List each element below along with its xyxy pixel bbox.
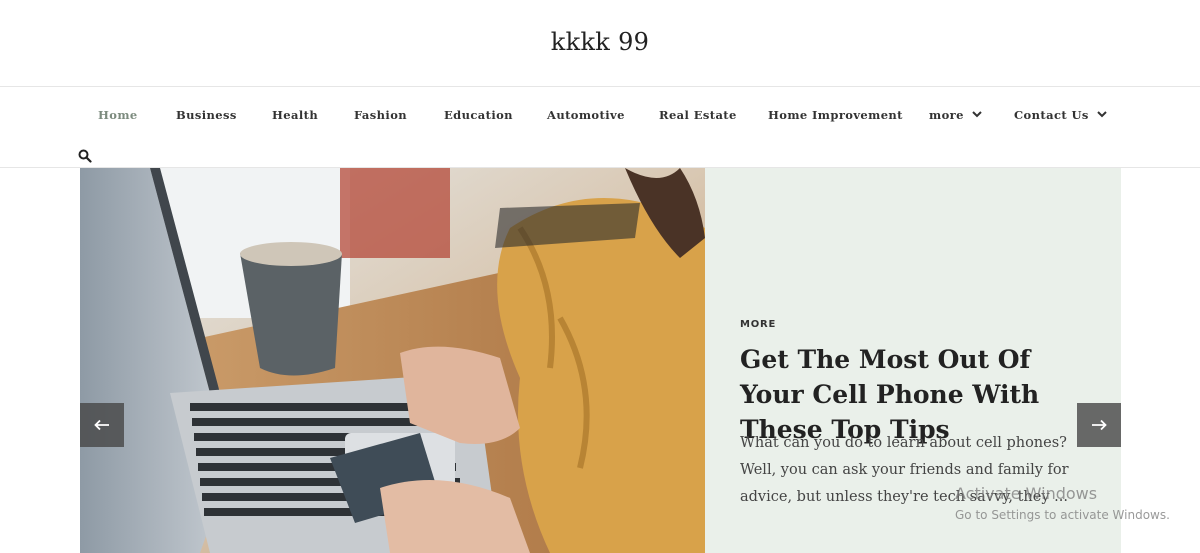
nav-item-contact-us[interactable]: Contact Us (1014, 108, 1107, 122)
slide-category[interactable]: MORE (740, 319, 776, 330)
nav-item-more-label: more (929, 108, 964, 122)
nav-item-health[interactable]: Health (272, 108, 318, 122)
chevron-down-icon (1097, 111, 1107, 118)
nav-item-home-improvement[interactable]: Home Improvement (768, 108, 903, 122)
search-icon (78, 149, 92, 163)
nav-item-fashion[interactable]: Fashion (354, 108, 407, 122)
arrow-left-icon (94, 419, 109, 431)
activate-windows-watermark: Activate Windows Go to Settings to activ… (955, 484, 1170, 522)
arrow-right-icon (1092, 419, 1107, 431)
nav-item-home[interactable]: Home (98, 108, 138, 122)
nav-item-education[interactable]: Education (444, 108, 513, 122)
laptop-and-card-photo (80, 168, 705, 553)
search-button[interactable] (78, 148, 92, 163)
nav-item-contact-us-label: Contact Us (1014, 108, 1089, 122)
watermark-title: Activate Windows (955, 484, 1098, 503)
slider-prev-button[interactable] (80, 403, 124, 447)
watermark-subtitle: Go to Settings to activate Windows. (955, 508, 1170, 522)
nav-item-real-estate[interactable]: Real Estate (659, 108, 737, 122)
site-header: kkkk 99 (0, 0, 1200, 87)
chevron-down-icon (972, 111, 982, 118)
slider-next-button[interactable] (1077, 403, 1121, 447)
main-navigation: Home Business Health Fashion Education A… (0, 88, 1200, 168)
nav-item-business[interactable]: Business (176, 108, 237, 122)
nav-item-automotive[interactable]: Automotive (547, 108, 625, 122)
site-title[interactable]: kkkk 99 (0, 28, 1200, 56)
slide-image[interactable] (80, 168, 705, 553)
nav-item-more[interactable]: more (929, 108, 982, 122)
